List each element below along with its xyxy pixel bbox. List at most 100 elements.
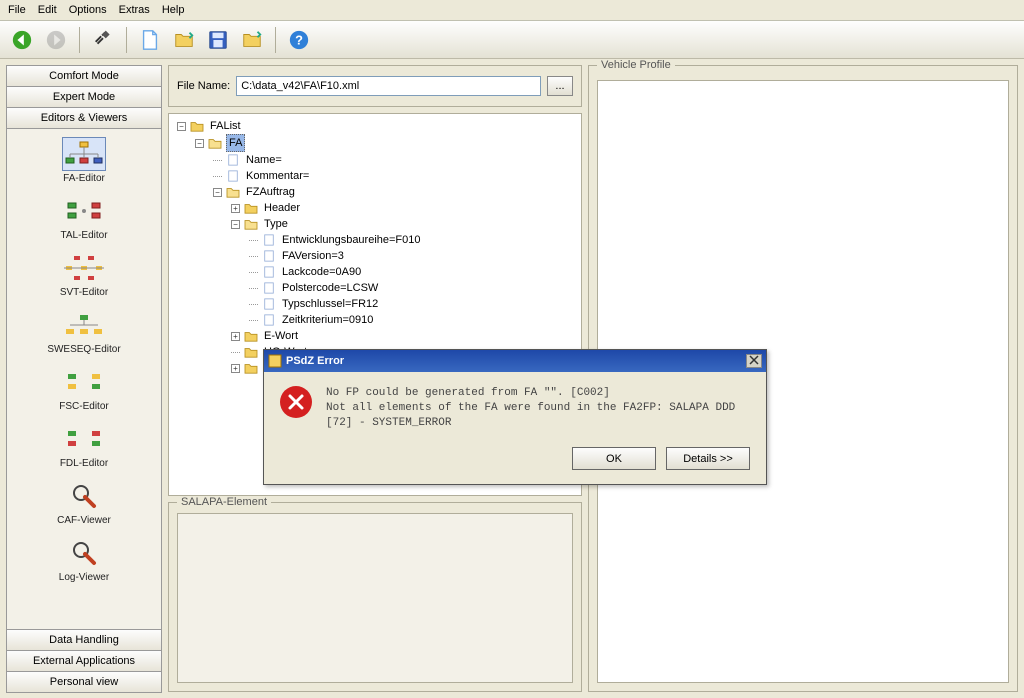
- tree-node[interactable]: Kommentar=: [244, 168, 311, 184]
- folder-icon: [244, 346, 258, 358]
- folder-open-icon: [244, 218, 258, 230]
- tree-node[interactable]: Type: [262, 216, 290, 232]
- toolbar: ?: [0, 21, 1024, 59]
- page-icon: [226, 154, 240, 166]
- tool-log-viewer[interactable]: Log-Viewer: [11, 536, 157, 583]
- sweseq-editor-icon: [64, 313, 104, 337]
- tool-fdl-editor[interactable]: FDL-Editor: [11, 422, 157, 469]
- page-icon: [262, 298, 276, 310]
- tree-node[interactable]: Header: [262, 200, 302, 216]
- new-button[interactable]: [136, 26, 164, 54]
- tree-node[interactable]: E-Wort: [262, 328, 300, 344]
- tree-node[interactable]: FAVersion=3: [280, 248, 346, 264]
- document-icon: [139, 29, 161, 51]
- minus-icon[interactable]: −: [195, 139, 204, 148]
- tal-editor-icon: [64, 199, 104, 223]
- folder-open-icon: [208, 137, 222, 149]
- folder-save-icon: [241, 29, 263, 51]
- sidebar-btn-expert[interactable]: Expert Mode: [6, 86, 162, 108]
- forward-button: [42, 26, 70, 54]
- magnifier-icon: [70, 482, 98, 510]
- help-icon: ?: [288, 29, 310, 51]
- minus-icon[interactable]: −: [213, 188, 222, 197]
- sidebar-btn-data-handling[interactable]: Data Handling: [6, 629, 162, 651]
- folder-icon: [190, 120, 204, 132]
- page-icon: [226, 170, 240, 182]
- menu-options[interactable]: Options: [69, 4, 107, 16]
- toolbar-separator: [79, 27, 80, 53]
- plus-icon[interactable]: +: [231, 364, 240, 373]
- forward-arrow-icon: [45, 29, 67, 51]
- fdl-editor-icon: [64, 427, 104, 451]
- folder-icon: [244, 202, 258, 214]
- tool-label: TAL-Editor: [60, 230, 107, 241]
- floppy-icon: [207, 29, 229, 51]
- page-icon: [262, 266, 276, 278]
- sidebar-btn-editors[interactable]: Editors & Viewers: [6, 107, 162, 129]
- browse-button[interactable]: ...: [547, 76, 573, 96]
- minus-icon[interactable]: −: [177, 122, 186, 131]
- menu-edit[interactable]: Edit: [38, 4, 57, 16]
- tree-node[interactable]: Polstercode=LCSW: [280, 280, 380, 296]
- connect-button[interactable]: [89, 26, 117, 54]
- tool-label: Log-Viewer: [59, 572, 109, 583]
- salapa-title: SALAPA-Element: [177, 496, 271, 508]
- file-name-label: File Name:: [177, 80, 230, 92]
- open-button[interactable]: [170, 26, 198, 54]
- plus-icon[interactable]: +: [231, 204, 240, 213]
- tool-caf-viewer[interactable]: CAF-Viewer: [11, 479, 157, 526]
- sidebar-btn-personal-view[interactable]: Personal view: [6, 671, 162, 693]
- save-as-button[interactable]: [238, 26, 266, 54]
- folder-icon: [244, 330, 258, 342]
- magnifier-icon: [70, 539, 98, 567]
- file-name-input[interactable]: [236, 76, 541, 96]
- tree-node[interactable]: Zeitkriterium=0910: [280, 312, 375, 328]
- left-panel: Comfort Mode Expert Mode Editors & Viewe…: [0, 59, 168, 698]
- toolbar-separator: [275, 27, 276, 53]
- dialog-title-text: PSdZ Error: [286, 355, 344, 367]
- close-icon: [749, 355, 759, 365]
- plus-icon[interactable]: +: [231, 332, 240, 341]
- salapa-content: [177, 513, 573, 683]
- salapa-group: SALAPA-Element: [168, 502, 582, 692]
- error-dialog: PSdZ Error No FP could be generated from…: [263, 349, 767, 485]
- vehicle-profile-title: Vehicle Profile: [597, 59, 675, 71]
- folder-open-icon: [226, 186, 240, 198]
- fa-editor-icon: [64, 140, 104, 168]
- tool-label: FDL-Editor: [60, 458, 108, 469]
- tool-fa-editor[interactable]: FA-Editor: [11, 137, 157, 184]
- tree-node[interactable]: Typschlussel=FR12: [280, 296, 380, 312]
- dialog-close-button[interactable]: [746, 354, 762, 368]
- svt-editor-icon: [64, 254, 104, 282]
- tree-node[interactable]: FAList: [208, 118, 243, 134]
- sidebar-btn-comfort[interactable]: Comfort Mode: [6, 65, 162, 87]
- svg-text:?: ?: [295, 32, 303, 47]
- dialog-titlebar[interactable]: PSdZ Error: [264, 350, 766, 372]
- tree-node-fa[interactable]: FA: [226, 134, 245, 152]
- tool-svt-editor[interactable]: SVT-Editor: [11, 251, 157, 298]
- tree-node[interactable]: Entwicklungsbaureihe=F010: [280, 232, 423, 248]
- page-icon: [262, 282, 276, 294]
- back-button[interactable]: [8, 26, 36, 54]
- save-button[interactable]: [204, 26, 232, 54]
- tool-label: SWESEQ-Editor: [47, 344, 120, 355]
- tool-label: CAF-Viewer: [57, 515, 111, 526]
- folder-open-icon: [173, 29, 195, 51]
- tool-fsc-editor[interactable]: FSC-Editor: [11, 365, 157, 412]
- tree-node[interactable]: Name=: [244, 152, 284, 168]
- menubar: File Edit Options Extras Help: [0, 0, 1024, 21]
- tree-node[interactable]: FZAuftrag: [244, 184, 297, 200]
- minus-icon[interactable]: −: [231, 220, 240, 229]
- tool-label: FSC-Editor: [59, 401, 108, 412]
- editors-viewers-panel: FA-Editor TAL-Editor SVT-Editor SWESEQ-E…: [6, 128, 162, 630]
- sidebar-btn-external-apps[interactable]: External Applications: [6, 650, 162, 672]
- tool-tal-editor[interactable]: TAL-Editor: [11, 194, 157, 241]
- menu-file[interactable]: File: [8, 4, 26, 16]
- dialog-ok-button[interactable]: OK: [572, 447, 656, 470]
- dialog-details-button[interactable]: Details >>: [666, 447, 750, 470]
- help-button[interactable]: ?: [285, 26, 313, 54]
- tree-node[interactable]: Lackcode=0A90: [280, 264, 363, 280]
- menu-extras[interactable]: Extras: [119, 4, 150, 16]
- tool-sweseq-editor[interactable]: SWESEQ-Editor: [11, 308, 157, 355]
- menu-help[interactable]: Help: [162, 4, 185, 16]
